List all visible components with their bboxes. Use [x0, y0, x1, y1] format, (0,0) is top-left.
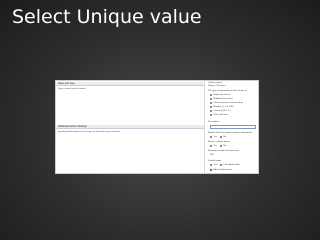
add-to-view-checkbox[interactable]: Add to default view: [210, 169, 232, 172]
required-no-option[interactable]: No: [220, 136, 227, 139]
type-option-date[interactable]: Date and Time: [210, 114, 228, 117]
checkbox-icon: [210, 169, 213, 172]
radio-icon: [210, 114, 213, 117]
add-to-view-label: Add to default view: [213, 169, 232, 172]
required-no-label: No: [223, 136, 227, 139]
radio-icon: [210, 106, 213, 109]
radio-icon: [220, 164, 223, 167]
section-header-additional: Additional Column Settings: [56, 125, 204, 129]
column-name-label: Column name:: [208, 82, 223, 84]
settings-screenshot: Name and Type Type a name for this colum…: [55, 80, 259, 174]
section-header-name-type: Name and Type: [56, 82, 204, 86]
default-calculated-label: Calculated Value: [223, 164, 240, 167]
unique-yes-label: Yes: [213, 145, 217, 148]
default-calculated-option[interactable]: Calculated Value: [220, 164, 240, 167]
type-option-label: Date and Time: [213, 114, 228, 117]
main-column: Name and Type Type a name for this colum…: [56, 81, 204, 173]
section-desc-additional: Specify detailed options for the type of…: [58, 131, 121, 133]
unique-no-option[interactable]: No: [220, 145, 227, 148]
type-option-choice[interactable]: Choice (menu to choose from): [210, 102, 243, 105]
radio-icon: [220, 145, 223, 148]
default-value-label: Default value:: [208, 160, 222, 162]
required-label: Require that this column contains inform…: [208, 132, 253, 134]
radio-icon: [210, 164, 213, 167]
unique-label: Enforce unique values:: [208, 141, 231, 143]
type-option-currency[interactable]: Currency ($, ¥, €): [210, 110, 231, 113]
type-option-multi-line[interactable]: Multiple lines of text: [210, 98, 233, 101]
radio-icon: [210, 94, 213, 97]
radio-icon: [210, 98, 213, 101]
type-option-label: Single line of text: [213, 94, 231, 97]
unique-no-label: No: [223, 145, 227, 148]
type-option-label: Currency ($, ¥, €): [213, 110, 231, 113]
max-chars-label: Maximum number of characters:: [208, 150, 240, 152]
type-option-label: Multiple lines of text: [213, 98, 233, 101]
section-desc-name-type: Type a name for this column.: [58, 88, 87, 90]
type-label: The type of information in this column i…: [208, 90, 248, 92]
column-divider: [204, 81, 205, 173]
radio-icon: [210, 110, 213, 113]
unique-yes-option[interactable]: Yes: [210, 145, 217, 148]
right-column: Column name: Subject / Business The type…: [206, 81, 258, 173]
type-option-number[interactable]: Number (1, 1.0, 100): [210, 106, 234, 109]
radio-icon: [210, 102, 213, 105]
description-label: Description:: [208, 121, 220, 123]
radio-icon: [220, 136, 223, 139]
default-text-label: Text: [213, 164, 218, 167]
max-chars-value[interactable]: 255: [210, 154, 214, 156]
type-option-label: Number (1, 1.0, 100): [213, 106, 234, 109]
description-input[interactable]: [210, 125, 256, 129]
slide-title: Select Unique value: [12, 6, 202, 28]
type-option-label: Choice (menu to choose from): [213, 102, 243, 105]
required-yes-label: Yes: [213, 136, 217, 139]
required-yes-option[interactable]: Yes: [210, 136, 217, 139]
radio-icon: [210, 136, 213, 139]
type-option-single-line[interactable]: Single line of text: [210, 94, 231, 97]
column-name-value[interactable]: Subject / Business: [208, 85, 226, 87]
radio-icon: [210, 145, 213, 148]
default-text-option[interactable]: Text: [210, 164, 218, 167]
